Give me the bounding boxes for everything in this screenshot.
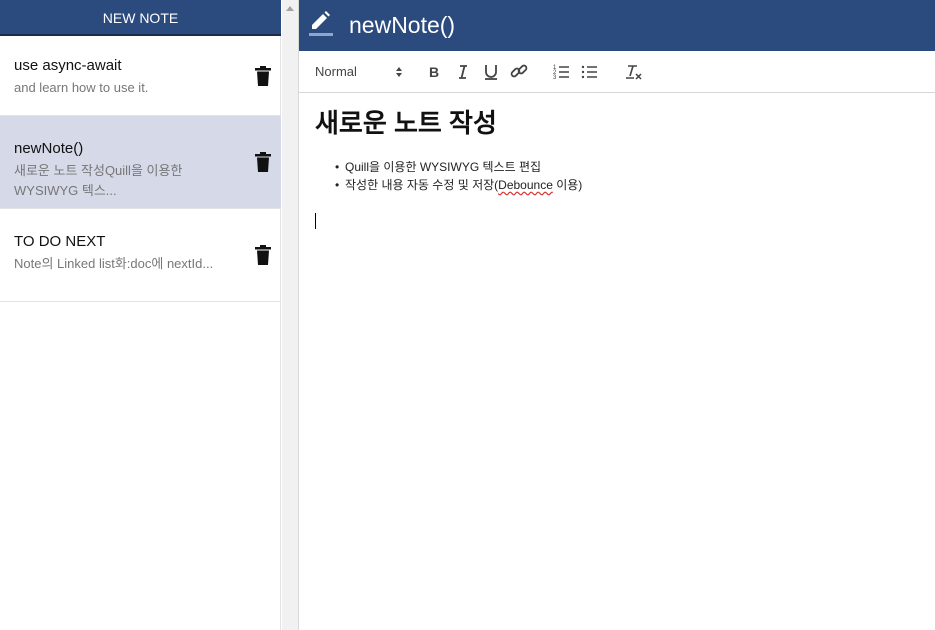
scrollbar[interactable] — [282, 0, 298, 630]
note-preview: Note의 Linked list화:doc에 nextId... — [14, 256, 214, 271]
format-select[interactable]: Normal — [315, 62, 403, 82]
spellcheck-word: Debounce — [498, 178, 553, 192]
bullet-list-icon[interactable] — [580, 62, 600, 82]
list-item-text: 작성한 내용 자동 수정 및 저장( — [345, 178, 499, 192]
svg-text:3: 3 — [553, 75, 557, 81]
note-title: use async-await — [14, 57, 122, 74]
trash-icon[interactable] — [255, 245, 271, 265]
italic-icon[interactable] — [453, 62, 473, 82]
ordered-list-icon[interactable]: 123 — [552, 62, 572, 82]
bold-icon[interactable]: B — [425, 62, 445, 82]
trash-icon[interactable] — [255, 65, 271, 86]
pencil-icon — [309, 11, 333, 37]
content-heading: 새로운 노트 작성 — [315, 108, 497, 138]
scroll-up-icon[interactable] — [286, 6, 294, 11]
note-item-active[interactable]: newNote() 새로운 노트 작성Quill을 이용한 WYSIWYG 텍스… — [0, 116, 281, 209]
underline-icon[interactable] — [481, 62, 501, 82]
trash-icon[interactable] — [255, 152, 271, 172]
list-item-text: 이용) — [552, 178, 583, 192]
content-bullet-list: Quill을 이용한 WYSIWYG 텍스트 편집 작성한 내용 자동 수정 및… — [315, 158, 915, 194]
list-item: 작성한 내용 자동 수정 및 저장(Debounce 이용) — [335, 176, 915, 194]
editor-toolbar: Normal B 123 — [299, 51, 935, 93]
note-preview: and learn how to use it. — [14, 80, 149, 95]
svg-text:B: B — [429, 64, 439, 80]
editor-content[interactable]: 새로운 노트 작성 Quill을 이용한 WYSIWYG 텍스트 편집 작성한 … — [315, 108, 915, 194]
note-item[interactable]: TO DO NEXT Note의 Linked list화:doc에 nextI… — [0, 209, 281, 302]
text-cursor — [315, 213, 316, 229]
sidebar: NEW NOTE use async-await and learn how t… — [0, 0, 281, 630]
note-title-heading: newNote() — [349, 12, 456, 38]
editor-header: newNote() — [299, 0, 935, 51]
note-item[interactable]: use async-await and learn how to use it. — [0, 36, 281, 116]
link-icon[interactable] — [509, 62, 529, 82]
editor-panel: newNote() Normal B 123 새로운 노트 작성 • Quill… — [298, 0, 935, 630]
new-note-button[interactable]: NEW NOTE — [0, 0, 281, 36]
note-list: use async-await and learn how to use it.… — [0, 36, 281, 302]
select-caret-icon — [396, 67, 402, 77]
note-title: TO DO NEXT — [14, 233, 106, 250]
list-item: Quill을 이용한 WYSIWYG 텍스트 편집 — [335, 158, 915, 176]
note-title: newNote() — [14, 140, 84, 157]
clear-format-icon[interactable] — [623, 62, 643, 82]
note-preview: 새로운 노트 작성Quill을 이용한 WYSIWYG 텍스... — [14, 163, 183, 198]
format-select-value: Normal — [315, 64, 357, 79]
